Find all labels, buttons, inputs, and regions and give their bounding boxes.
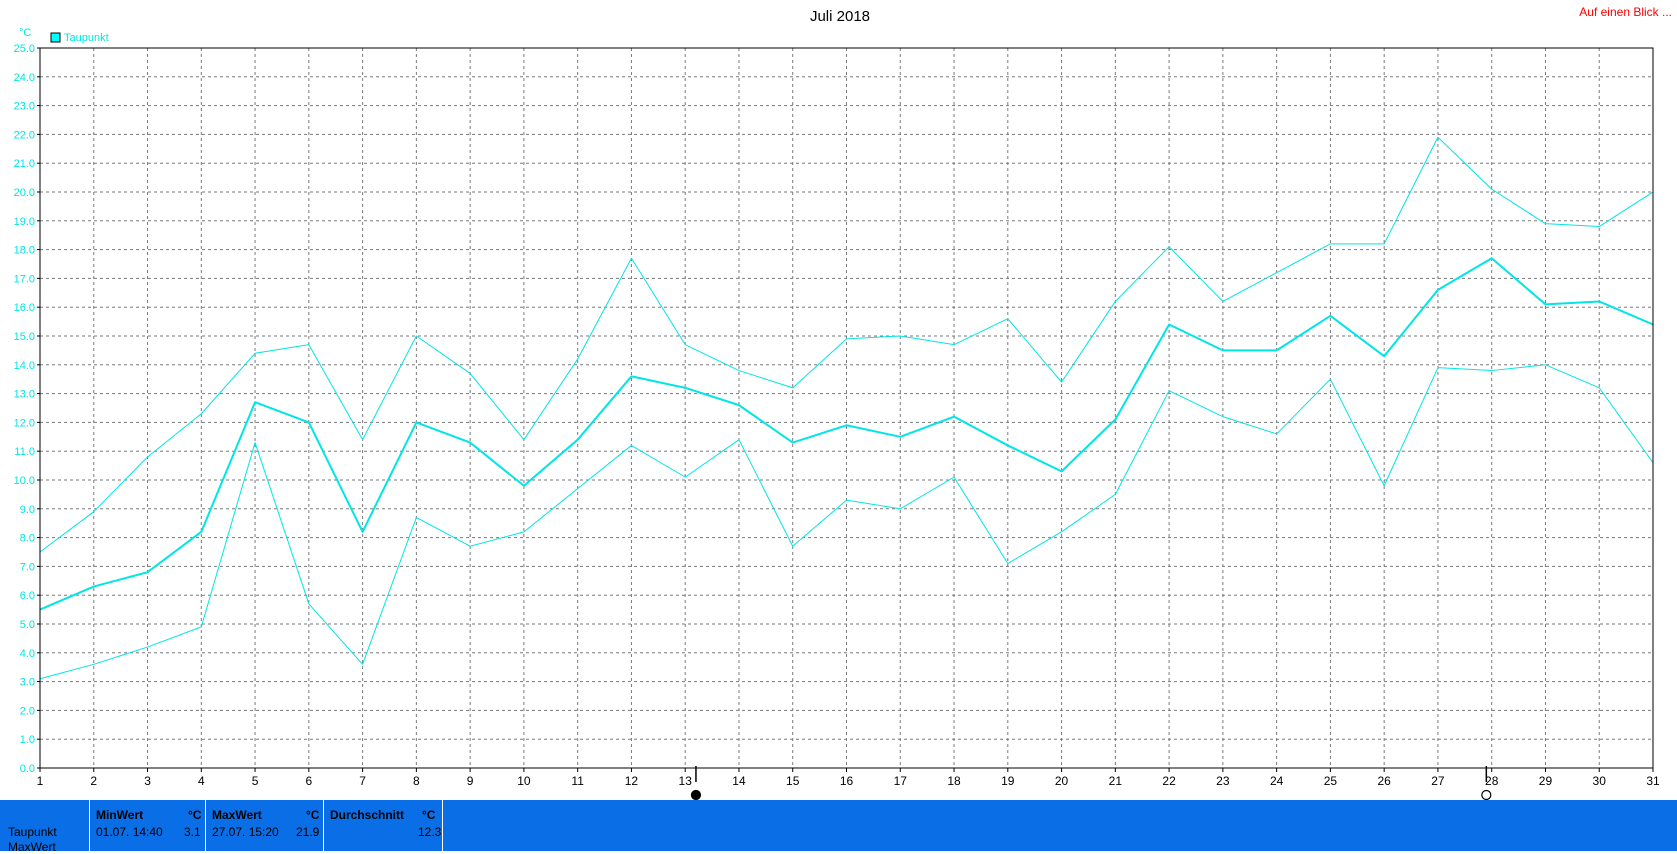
y-unit-label: °C [19,27,31,39]
x-tick-label: 14 [732,774,746,788]
y-tick-label: 19.0 [14,216,35,228]
stats-avg-header: Durchschnitt [330,808,405,822]
grid [40,48,1653,768]
x-tick-label: 19 [1001,774,1015,788]
y-tick-label: 21.0 [14,158,35,170]
stats-empty-area [442,800,1677,851]
x-tick-label: 16 [840,774,854,788]
x-tick-label: 11 [571,774,584,788]
stats-min-unit: °C [188,808,202,822]
x-tick-label: 26 [1377,774,1391,788]
x-tick-label: 25 [1324,774,1338,788]
x-tick-label: 9 [467,774,474,788]
x-tick-label: 24 [1270,774,1284,788]
x-tick-label: 22 [1162,774,1176,788]
stats-cell-min: MinWert °C 01.07. 14:40 3.1 [89,800,205,851]
y-tick-label: 1.0 [20,734,35,746]
stats-max-value: 21.9 [296,825,320,839]
y-tick-label: 0.0 [20,763,35,775]
y-tick-label: 24.0 [14,72,35,84]
stats-row-label-taupunkt: Taupunkt [8,825,57,839]
stats-max-date: 27.07. 15:20 [212,825,279,839]
stats-min-header: MinWert [96,808,144,822]
y-tick-label: 15.0 [14,331,35,343]
x-tick-label: 6 [305,774,312,788]
stats-min-value: 3.1 [184,825,201,839]
y-tick-label: 10.0 [14,475,35,487]
x-tick-label: 12 [625,774,639,788]
y-tick-label: 5.0 [20,619,35,631]
y-tick-label: 20.0 [14,187,35,199]
x-tick-label: 31 [1646,774,1660,788]
y-tick-label: 8.0 [20,533,35,545]
y-tick-label: 7.0 [20,561,35,573]
stats-avg-value: 12.3 [418,825,442,839]
y-tick-label: 25.0 [14,43,35,55]
x-tick-label: 8 [413,774,420,788]
y-tick-label: 17.0 [14,273,35,285]
full-moon-icon [690,789,702,800]
legend-label: Taupunkt [64,32,109,44]
y-tick-label: 11.0 [14,446,35,458]
overview-link[interactable]: Auf einen Blick ... [1579,5,1672,19]
x-tick-label: 4 [198,774,205,788]
stats-cell-max: MaxWert °C 27.07. 15:20 21.9 [205,800,323,851]
x-tick-label: 30 [1593,774,1607,788]
y-tick-label: 9.0 [20,504,35,516]
stats-min-date: 01.07. 14:40 [96,825,163,839]
legend-swatch [50,32,61,43]
x-tick-label: 27 [1431,774,1445,788]
stats-avg-unit: °C [422,808,436,822]
y-tick-label: 3.0 [20,677,35,689]
x-tick-label: 2 [90,774,97,788]
y-tick-label: 22.0 [14,129,35,141]
x-tick-label: 23 [1216,774,1230,788]
stats-cell-avg: Durchschnitt °C 12.3 [323,800,442,851]
y-tick-label: 16.0 [14,302,35,314]
y-tick-label: 13.0 [14,389,35,401]
y-tick-label: 4.0 [20,648,35,660]
chart-title: Juli 2018 [810,8,870,25]
x-tick-label: 7 [359,774,366,788]
x-tick-label: 21 [1109,774,1123,788]
stats-row-labels: Taupunkt MaxWert [0,800,89,854]
x-tick-label: 17 [894,774,908,788]
y-tick-label: 23.0 [14,101,35,113]
x-tick-label: 13 [679,774,693,788]
stats-panel: Taupunkt MaxWert MinWert °C 01.07. 14:40… [0,800,1677,854]
x-tick-label: 18 [947,774,961,788]
x-tick-label: 29 [1539,774,1553,788]
x-tick-label: 20 [1055,774,1069,788]
x-tick-label: 1 [37,774,44,788]
stats-max-header: MaxWert [212,808,262,822]
y-tick-label: 18.0 [14,245,35,257]
y-tick-label: 6.0 [20,590,35,602]
y-tick-label: 14.0 [14,360,35,372]
x-tick-label: 10 [517,774,531,788]
stats-row-label-maxwert: MaxWert [8,840,56,854]
x-tick-label: 3 [144,774,151,788]
x-tick-label: 5 [252,774,259,788]
x-tick-label: 15 [786,774,800,788]
dewpoint-chart: Juli 2018 Auf einen Blick ... °C Taupunk… [14,5,1672,800]
stats-max-unit: °C [306,808,320,822]
new-moon-icon [1481,789,1492,800]
y-tick-label: 12.0 [14,417,35,429]
y-tick-label: 2.0 [20,705,35,717]
